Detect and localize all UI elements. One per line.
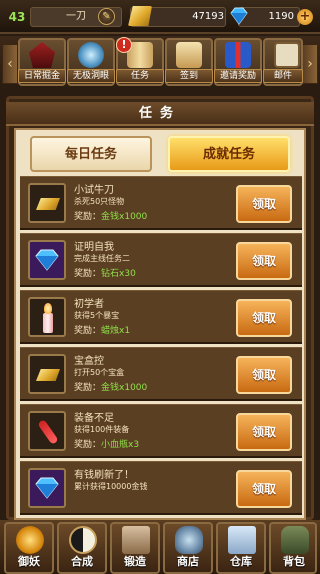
menu-warehouse[interactable]: 仓库 bbox=[216, 522, 266, 574]
reward-label: 奖励： bbox=[74, 326, 102, 336]
reward-label: 奖励： bbox=[74, 440, 102, 450]
menu-label: 锻造 bbox=[124, 555, 146, 568]
sign-in-icon bbox=[176, 42, 202, 68]
gem-amount: 1190 bbox=[268, 11, 294, 22]
menu-duanzao[interactable]: 锻造 bbox=[110, 522, 160, 574]
reward-value: 金钱x1000 bbox=[101, 383, 148, 393]
claim-button[interactable]: 领取 bbox=[236, 242, 292, 280]
reward-value: 钻石x30 bbox=[101, 269, 136, 279]
task-reward: 奖励：钻石x30 bbox=[74, 266, 136, 279]
house-icon bbox=[29, 42, 55, 68]
nav-mail[interactable]: 邮件 bbox=[263, 38, 303, 86]
crystal-pool-icon bbox=[78, 42, 104, 68]
nav-invite-reward[interactable]: 邀请奖励 bbox=[214, 38, 262, 86]
task-description: 累计获得10000金钱 bbox=[74, 482, 148, 491]
reward-value: 小血瓶x3 bbox=[101, 440, 140, 450]
player-level: 43 bbox=[8, 10, 26, 24]
task-title: 证明自我 bbox=[74, 242, 114, 253]
claim-button[interactable]: 领取 bbox=[236, 413, 292, 451]
edit-name-icon[interactable]: ✎ bbox=[98, 8, 115, 25]
nav-wuji-cave[interactable]: 无极洞眼 bbox=[67, 38, 115, 86]
task-title: 小试牛刀 bbox=[74, 185, 114, 196]
feature-nav: ‹ › 日常掘金 无极洞眼 任务 签到 邀请奖励 邮件 bbox=[0, 36, 320, 86]
gold-bar-icon bbox=[28, 354, 66, 394]
menu-backpack[interactable]: 背包 bbox=[269, 522, 317, 574]
claim-button[interactable]: 领取 bbox=[236, 356, 292, 394]
demon-seal-icon bbox=[16, 526, 44, 554]
task-description: 完成主线任务二 bbox=[74, 254, 130, 263]
nav-label: 无极洞眼 bbox=[67, 69, 115, 83]
task-title: 宝盒控 bbox=[74, 356, 104, 367]
gold-amount: 47193 bbox=[192, 11, 224, 22]
task-title: 有钱刷新了！ bbox=[74, 470, 134, 481]
nav-label: 签到 bbox=[165, 69, 213, 83]
task-description: 获得5个暴宝 bbox=[74, 311, 120, 320]
nav-label: 邮件 bbox=[263, 69, 303, 83]
reward-label: 奖励： bbox=[74, 383, 102, 393]
yin-yang-icon bbox=[69, 526, 97, 554]
warehouse-icon bbox=[228, 526, 256, 554]
claim-button[interactable]: 领取 bbox=[236, 299, 292, 337]
diamond-icon bbox=[28, 468, 66, 508]
nav-sign-in[interactable]: 签到 bbox=[165, 38, 213, 86]
menu-label: 仓库 bbox=[230, 555, 252, 568]
book-icon bbox=[122, 526, 150, 554]
task-alert-badge: ! bbox=[116, 37, 132, 53]
task-title: 装备不足 bbox=[74, 413, 114, 424]
task-row: 初学者 获得5个暴宝 奖励：蜡烛x1 领取 bbox=[20, 290, 302, 344]
task-row: 小试牛刀 杀死50只怪物 奖励：金钱x1000 领取 bbox=[20, 176, 302, 230]
menu-label: 背包 bbox=[283, 555, 305, 568]
nav-daily-dig[interactable]: 日常掘金 bbox=[18, 38, 66, 86]
backpack-icon bbox=[281, 526, 309, 554]
status-bar: 43 一刀 ✎ 47193 1190 + bbox=[0, 0, 320, 34]
potion-icon bbox=[28, 411, 66, 451]
nav-left-arrow[interactable]: ‹ bbox=[2, 44, 18, 84]
menu-shop[interactable]: 商店 bbox=[163, 522, 213, 574]
task-reward: 奖励：金钱x1000 bbox=[74, 209, 147, 222]
task-reward: 奖励：小血瓶x3 bbox=[74, 437, 139, 450]
task-description: 杀死50只怪物 bbox=[74, 197, 125, 206]
add-currency-button[interactable]: + bbox=[297, 9, 313, 25]
task-list[interactable]: 小试牛刀 杀死50只怪物 奖励：金钱x1000 领取 证明自我 完成主线任务二 … bbox=[20, 176, 302, 520]
task-description: 获得100件装备 bbox=[74, 425, 130, 434]
tab-daily-tasks[interactable]: 每日任务 bbox=[30, 136, 152, 172]
menu-label: 合成 bbox=[71, 555, 93, 568]
task-row: 证明自我 完成主线任务二 奖励：钻石x30 领取 bbox=[20, 233, 302, 287]
nav-label: 日常掘金 bbox=[18, 69, 66, 83]
reward-value: 蜡烛x1 bbox=[101, 326, 131, 336]
menu-label: 商店 bbox=[177, 555, 199, 568]
mail-icon bbox=[274, 42, 300, 68]
nav-label: 邀请奖励 bbox=[214, 69, 262, 83]
tab-achievement-tasks[interactable]: 成就任务 bbox=[168, 136, 290, 172]
diamond-icon bbox=[28, 240, 66, 280]
task-row: 有钱刷新了！ 累计获得10000金钱 领取 bbox=[20, 461, 302, 515]
task-title: 初学者 bbox=[74, 299, 104, 310]
reward-label: 奖励： bbox=[74, 269, 102, 279]
task-description: 打开50个宝盒 bbox=[74, 368, 125, 377]
gift-icon bbox=[225, 42, 251, 68]
task-reward: 奖励：金钱x1000 bbox=[74, 380, 147, 393]
nav-right-arrow[interactable]: › bbox=[302, 44, 318, 84]
claim-button[interactable]: 领取 bbox=[236, 470, 292, 508]
reward-label: 奖励： bbox=[74, 212, 102, 222]
gold-bar-icon bbox=[28, 183, 66, 223]
task-row: 装备不足 获得100件装备 奖励：小血瓶x3 领取 bbox=[20, 404, 302, 458]
menu-hecheng[interactable]: 合成 bbox=[57, 522, 107, 574]
shop-bag-icon bbox=[175, 526, 203, 554]
diamond-icon bbox=[230, 7, 248, 25]
panel-title: 任务 bbox=[6, 102, 314, 126]
nav-label: 任务 bbox=[116, 69, 164, 83]
menu-label: 御妖 bbox=[18, 555, 40, 568]
reward-value: 金钱x1000 bbox=[101, 212, 148, 222]
candle-icon bbox=[28, 297, 66, 337]
bottom-menu: 御妖 合成 锻造 商店 仓库 背包 bbox=[0, 520, 320, 574]
task-reward: 奖励：蜡烛x1 bbox=[74, 323, 130, 336]
task-row: 宝盒控 打开50个宝盒 奖励：金钱x1000 领取 bbox=[20, 347, 302, 401]
menu-yuyao[interactable]: 御妖 bbox=[4, 522, 54, 574]
claim-button[interactable]: 领取 bbox=[236, 185, 292, 223]
